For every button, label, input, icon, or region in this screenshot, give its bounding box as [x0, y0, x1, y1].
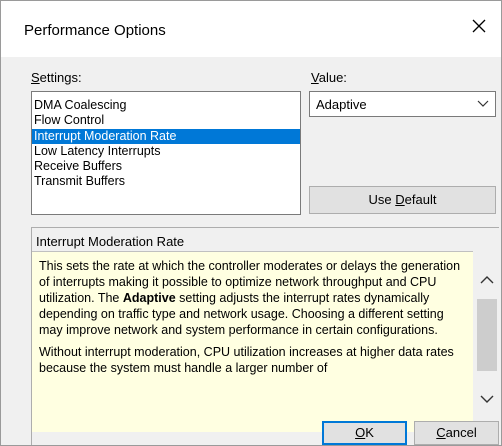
list-item[interactable]: Flow Control: [32, 113, 300, 128]
window-title: Performance Options: [24, 22, 166, 39]
settings-label: Settings:: [31, 70, 82, 85]
value-dropdown[interactable]: Adaptive: [309, 91, 496, 117]
scroll-thumb[interactable]: [477, 299, 497, 371]
list-item[interactable]: Receive Buffers: [32, 159, 300, 174]
description-header: Interrupt Moderation Rate: [36, 234, 185, 249]
close-icon: [472, 19, 486, 33]
ok-button[interactable]: OK: [322, 421, 407, 445]
value-label: Value:: [311, 70, 347, 85]
chevron-down-icon[interactable]: [480, 394, 494, 404]
list-item-selected[interactable]: Interrupt Moderation Rate: [32, 128, 300, 144]
chevron-down-icon: [477, 100, 489, 107]
description-paragraph-2: Without interrupt moderation, CPU utiliz…: [39, 345, 454, 375]
list-item[interactable]: DMA Coalescing: [32, 98, 300, 113]
description-paragraph-1: This sets the rate at which the controll…: [39, 259, 461, 337]
performance-options-dialog: Performance Options Settings: DMA Coales…: [0, 0, 502, 446]
value-selected: Adaptive: [316, 97, 367, 112]
use-default-button[interactable]: Use Default: [309, 186, 496, 214]
list-item[interactable]: Low Latency Interrupts: [32, 144, 300, 159]
title-bar: Performance Options: [1, 1, 501, 57]
list-item[interactable]: Transmit Buffers: [32, 174, 300, 189]
description-scrollbar[interactable]: [475, 251, 499, 431]
description-panel: This sets the rate at which the controll…: [32, 251, 473, 432]
close-button[interactable]: [467, 14, 491, 38]
chevron-up-icon[interactable]: [480, 275, 494, 285]
cancel-button[interactable]: Cancel: [414, 421, 499, 445]
settings-listbox[interactable]: DMA Coalescing Flow Control Interrupt Mo…: [31, 91, 301, 215]
